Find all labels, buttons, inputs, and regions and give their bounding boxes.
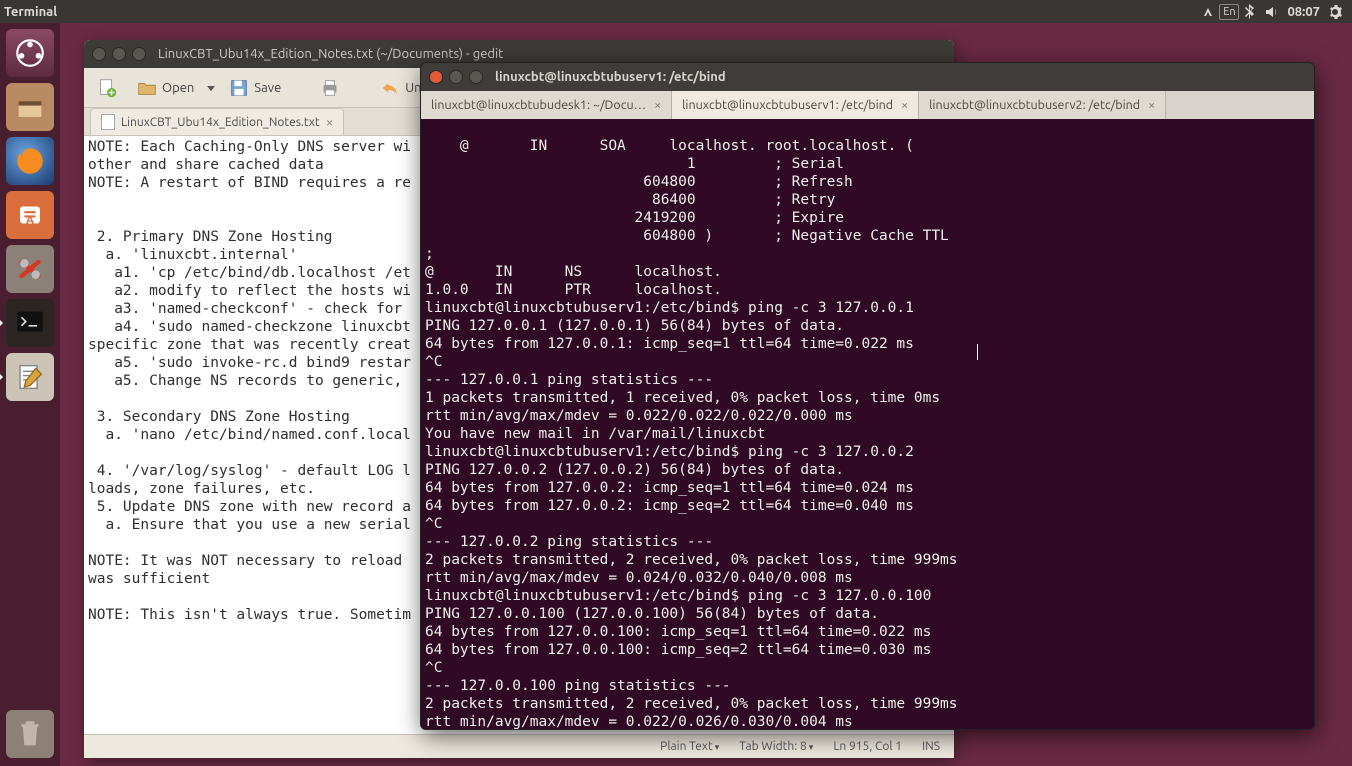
clock[interactable]: 08:07 — [1283, 5, 1324, 19]
top-panel: Terminal En 08:07 — [0, 0, 1352, 23]
firefox-icon[interactable] — [6, 137, 54, 185]
tab-width[interactable]: Tab Width: 8 — [739, 740, 813, 753]
terminal-tab-label: linuxcbt@linuxcbtubuserv2: /etc/bind — [929, 98, 1140, 112]
save-label: Save — [254, 81, 281, 95]
close-tab-icon[interactable]: × — [901, 98, 908, 112]
settings-icon[interactable] — [6, 245, 54, 293]
new-file-button[interactable] — [90, 73, 124, 103]
files-icon[interactable] — [6, 83, 54, 131]
maximize-icon[interactable] — [469, 70, 483, 84]
minimize-icon[interactable] — [449, 70, 463, 84]
terminal-text: @ IN SOA localhost. root.localhost. ( 1 … — [425, 138, 958, 729]
terminal-tab-label: linuxcbt@linuxcbtubuserv1: /etc/bind — [682, 98, 893, 112]
close-icon[interactable] — [92, 47, 106, 61]
dash-icon[interactable] — [6, 29, 54, 77]
insert-mode: INS — [922, 740, 940, 753]
terminal-tab-label: linuxcbt@linuxcbtubudesk1: ~/Docu… — [431, 98, 646, 112]
network-icon[interactable] — [1197, 1, 1219, 23]
syntax-mode[interactable]: Plain Text — [660, 740, 719, 753]
terminal-output[interactable]: @ IN SOA localhost. root.localhost. ( 1 … — [421, 119, 1314, 729]
terminal-tabbar: linuxcbt@linuxcbtubudesk1: ~/Docu… × lin… — [421, 91, 1314, 119]
volume-icon[interactable] — [1261, 1, 1283, 23]
gedit-tab-label: LinuxCBT_Ubu14x_Edition_Notes.txt — [121, 116, 320, 129]
panel-active-app[interactable]: Terminal — [4, 5, 57, 19]
terminal-icon[interactable] — [6, 299, 54, 347]
terminal-tab-2[interactable]: linuxcbt@linuxcbtubuserv2: /etc/bind × — [919, 91, 1166, 119]
close-icon[interactable] — [429, 70, 443, 84]
text-caret — [977, 344, 978, 360]
launcher: A — [0, 23, 60, 766]
document-icon — [101, 114, 115, 130]
close-tab-icon[interactable]: × — [654, 98, 661, 112]
trash-icon[interactable] — [6, 710, 54, 758]
bluetooth-icon[interactable] — [1239, 1, 1261, 23]
minimize-icon[interactable] — [112, 47, 126, 61]
gedit-window-title: LinuxCBT_Ubu14x_Edition_Notes.txt (~/Doc… — [158, 47, 503, 61]
gedit-tab[interactable]: LinuxCBT_Ubu14x_Edition_Notes.txt × — [90, 108, 344, 135]
keyboard-layout-indicator[interactable]: En — [1219, 4, 1239, 20]
terminal-titlebar[interactable]: linuxcbt@linuxcbtubuserv1: /etc/bind — [421, 63, 1314, 91]
open-label: Open — [162, 81, 194, 95]
terminal-window: linuxcbt@linuxcbtubuserv1: /etc/bind lin… — [420, 62, 1315, 730]
gedit-icon[interactable] — [6, 353, 54, 401]
cursor-position: Ln 915, Col 1 — [833, 740, 902, 753]
open-dropdown[interactable] — [206, 84, 216, 92]
maximize-icon[interactable] — [132, 47, 146, 61]
gedit-statusbar: Plain Text Tab Width: 8 Ln 915, Col 1 IN… — [84, 734, 954, 758]
terminal-window-title: linuxcbt@linuxcbtubuserv1: /etc/bind — [495, 70, 726, 84]
terminal-tab-0[interactable]: linuxcbt@linuxcbtubudesk1: ~/Docu… × — [421, 91, 672, 119]
save-button[interactable]: Save — [222, 73, 287, 103]
close-tab-icon[interactable]: × — [1148, 98, 1155, 112]
system-menu-icon[interactable] — [1324, 1, 1346, 23]
open-button[interactable]: Open — [130, 73, 200, 103]
close-tab-icon[interactable]: × — [326, 114, 334, 130]
software-center-icon[interactable]: A — [6, 191, 54, 239]
terminal-tab-1[interactable]: linuxcbt@linuxcbtubuserv1: /etc/bind × — [672, 91, 919, 119]
print-button[interactable] — [313, 73, 347, 103]
svg-text:A: A — [26, 214, 34, 227]
